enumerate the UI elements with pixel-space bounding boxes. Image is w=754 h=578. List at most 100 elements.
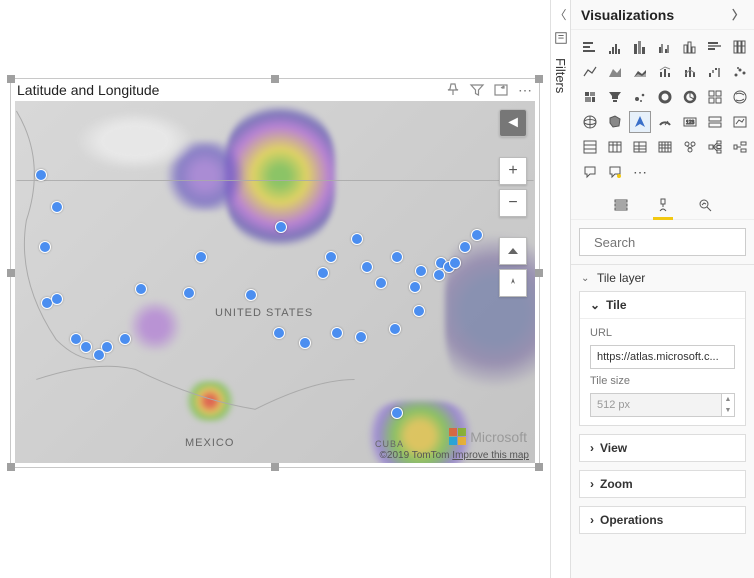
- viz-more[interactable]: ⋯: [629, 161, 651, 183]
- viz-dots[interactable]: [629, 86, 651, 108]
- map-legend-toggle[interactable]: ◄: [499, 109, 527, 137]
- data-point[interactable]: [433, 269, 445, 281]
- viz-clustered-column[interactable]: [654, 36, 676, 58]
- zoom-out-button[interactable]: −: [499, 189, 527, 217]
- analytics-tab[interactable]: [693, 193, 717, 217]
- report-canvas[interactable]: Latitude and Longitude ⋯: [0, 0, 550, 578]
- data-point[interactable]: [391, 407, 403, 419]
- viz-stacked-bar[interactable]: [579, 36, 601, 58]
- viz-stacked-area-chart[interactable]: [629, 61, 651, 83]
- data-point[interactable]: [413, 305, 425, 317]
- filter-icon[interactable]: [469, 82, 485, 98]
- data-point[interactable]: [415, 265, 427, 277]
- viz-globe[interactable]: [579, 111, 601, 133]
- more-options-icon[interactable]: ⋯: [517, 82, 533, 98]
- viz-treemap[interactable]: [679, 86, 701, 108]
- viz-influencers[interactable]: [729, 136, 751, 158]
- viz-ribbon[interactable]: [679, 61, 701, 83]
- zoom-card-header[interactable]: › Zoom: [580, 471, 745, 497]
- tilesize-stepper[interactable]: ▲▼: [721, 393, 735, 417]
- data-point[interactable]: [471, 229, 483, 241]
- data-point[interactable]: [449, 257, 461, 269]
- search-input[interactable]: [594, 235, 754, 250]
- tile-layer-header[interactable]: ⌄ Tile layer: [571, 265, 754, 291]
- expand-filters-icon[interactable]: 〈: [554, 6, 566, 23]
- data-point[interactable]: [351, 233, 363, 245]
- resize-handle[interactable]: [271, 75, 279, 83]
- url-input[interactable]: [590, 345, 735, 369]
- fields-tab[interactable]: [609, 193, 633, 217]
- viz-combo[interactable]: [654, 61, 676, 83]
- data-point[interactable]: [361, 261, 373, 273]
- viz-filled-map[interactable]: [729, 86, 751, 108]
- viz-gauge[interactable]: [654, 111, 676, 133]
- data-point[interactable]: [389, 323, 401, 335]
- viz-decomp[interactable]: [704, 136, 726, 158]
- data-point[interactable]: [80, 341, 92, 353]
- data-point[interactable]: [39, 241, 51, 253]
- viz-stacked-column[interactable]: [629, 36, 651, 58]
- viz-area[interactable]: [704, 36, 726, 58]
- viz-qna[interactable]: [579, 161, 601, 183]
- data-point[interactable]: [119, 333, 131, 345]
- data-point[interactable]: [245, 289, 257, 301]
- data-point[interactable]: [391, 251, 403, 263]
- tile-card-header[interactable]: ⌄ Tile: [580, 292, 745, 319]
- data-point[interactable]: [183, 287, 195, 299]
- map-visual-frame[interactable]: Latitude and Longitude ⋯: [10, 78, 540, 468]
- viz-waterfall[interactable]: [704, 61, 726, 83]
- viz-matrix[interactable]: [629, 136, 651, 158]
- view-card-header[interactable]: › View: [580, 435, 745, 461]
- resize-handle[interactable]: [7, 463, 15, 471]
- viz-kpi[interactable]: [729, 111, 751, 133]
- resize-handle[interactable]: [271, 463, 279, 471]
- viz-multi-card[interactable]: [704, 111, 726, 133]
- data-point[interactable]: [355, 331, 367, 343]
- data-point[interactable]: [275, 221, 287, 233]
- viz-line[interactable]: [679, 36, 701, 58]
- compass-button[interactable]: [499, 269, 527, 297]
- viz-map[interactable]: [704, 86, 726, 108]
- data-point[interactable]: [35, 169, 47, 181]
- collapse-pane-icon[interactable]: 〉: [732, 6, 744, 23]
- viz-r[interactable]: [654, 136, 676, 158]
- data-point[interactable]: [325, 251, 337, 263]
- map-surface[interactable]: UNITED STATES MEXICO CUBA: [15, 101, 535, 463]
- viz-azure-map[interactable]: [629, 111, 651, 133]
- filters-pane-icon[interactable]: [554, 31, 568, 50]
- viz-py[interactable]: [679, 136, 701, 158]
- data-point[interactable]: [375, 277, 387, 289]
- viz-shape-map[interactable]: [604, 111, 626, 133]
- operations-card-header[interactable]: › Operations: [580, 507, 745, 533]
- data-point[interactable]: [459, 241, 471, 253]
- viz-paginated[interactable]: [604, 161, 626, 183]
- viz-pie[interactable]: [579, 86, 601, 108]
- data-point[interactable]: [299, 337, 311, 349]
- focus-mode-icon[interactable]: [493, 82, 509, 98]
- resize-handle[interactable]: [535, 269, 543, 277]
- filters-pane-label[interactable]: Filters: [553, 58, 568, 93]
- format-search[interactable]: [579, 228, 746, 256]
- format-tab[interactable]: [651, 193, 675, 217]
- viz-clustered-bar[interactable]: [604, 36, 626, 58]
- viz-table[interactable]: [604, 136, 626, 158]
- data-point[interactable]: [135, 283, 147, 295]
- data-point[interactable]: [195, 251, 207, 263]
- resize-handle[interactable]: [535, 75, 543, 83]
- resize-handle[interactable]: [7, 75, 15, 83]
- data-point[interactable]: [273, 327, 285, 339]
- pin-icon[interactable]: [445, 82, 461, 98]
- viz-stacked-area[interactable]: [729, 36, 751, 58]
- viz-area-chart[interactable]: [604, 61, 626, 83]
- data-point[interactable]: [409, 281, 421, 293]
- zoom-in-button[interactable]: +: [499, 157, 527, 185]
- data-point[interactable]: [93, 349, 105, 361]
- data-point[interactable]: [331, 327, 343, 339]
- viz-donut[interactable]: [654, 86, 676, 108]
- improve-map-link[interactable]: Improve this map: [452, 450, 529, 461]
- resize-handle[interactable]: [7, 269, 15, 277]
- data-point[interactable]: [51, 201, 63, 213]
- pitch-button[interactable]: [499, 237, 527, 265]
- viz-slicer[interactable]: [579, 136, 601, 158]
- data-point[interactable]: [317, 267, 329, 279]
